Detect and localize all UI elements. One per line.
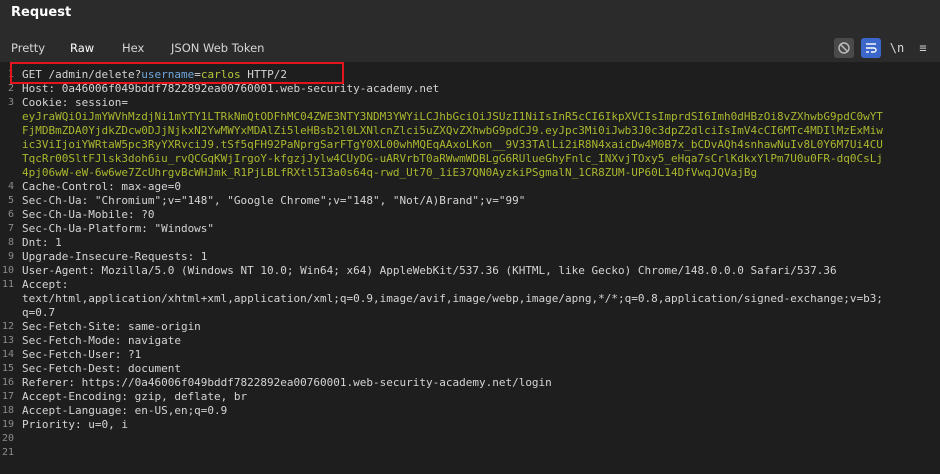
request-line: 18 Accept-Language: en-US,en;q=0.9 — [0, 404, 940, 418]
line-number: 8 — [7, 237, 14, 248]
line-number: 4 — [7, 181, 14, 192]
request-line: 4pj06wW-eW-6w6we7ZcUhrgvBcWHJmk_R1PjLBLf… — [0, 166, 940, 180]
header-text: Sec-Ch-Ua-Platform: "Windows" — [22, 222, 215, 235]
header-text: Accept-Language: en-US,en;q=0.9 — [22, 404, 228, 417]
menu-icon[interactable]: ≡ — [916, 38, 930, 58]
header-text: Sec-Fetch-User: ?1 — [22, 348, 142, 361]
header-text: Priority: u=0, i — [22, 418, 128, 431]
line-number: 6 — [7, 209, 14, 220]
tab-json-web-token[interactable]: JSON Web Token — [171, 36, 264, 62]
line-number: 18 — [1, 405, 14, 416]
request-line: TqcRr00SltFJlsk3doh6iu_rvQCGqKWjIrgoY-kf… — [0, 152, 940, 166]
request-line: 4 Cache-Control: max-age=0 — [0, 180, 940, 194]
header-text: Upgrade-Insecure-Requests: 1 — [22, 250, 208, 263]
request-line: 13 Sec-Fetch-Mode: navigate — [0, 334, 940, 348]
header-text: q=0.7 — [22, 306, 56, 319]
line-number: 3 — [7, 97, 14, 108]
request-line: 6 Sec-Ch-Ua-Mobile: ?0 — [0, 208, 940, 222]
request-line: 9 Upgrade-Insecure-Requests: 1 — [0, 250, 940, 264]
line-number: 11 — [1, 279, 14, 290]
line-number: 14 — [1, 349, 14, 360]
header-text: text/html,application/xhtml+xml,applicat… — [22, 292, 883, 305]
cookie-value-text: 4pj06wW-eW-6w6we7ZcUhrgvBcWHJmk_R1PjLBLf… — [22, 166, 758, 179]
header-text: Cache-Control: max-age=0 — [22, 180, 181, 193]
header-text: Referer: https://0a46006f049bddf7822892e… — [22, 376, 552, 389]
line-number: 2 — [7, 83, 14, 94]
request-line: FjMDBmZDA0YjdkZDcw0DJjNjkxN2YwMWYxMDAlZi… — [0, 124, 940, 138]
header-text: Accept-Encoding: gzip, deflate, br — [22, 390, 248, 403]
header-text: User-Agent: Mozilla/5.0 (Windows NT 10.0… — [22, 264, 837, 277]
line-number: 15 — [1, 363, 14, 374]
request-line: 2 Host: 0a46006f049bddf7822892ea00760001.… — [0, 82, 940, 96]
panel-title: Request — [11, 5, 72, 20]
header-text: Accept: — [22, 278, 69, 291]
view-tabs: Pretty Raw Hex JSON Web Token — [0, 36, 700, 64]
line-number: 10 — [1, 265, 14, 276]
wrap-lines-icon — [866, 43, 877, 53]
line-number: 21 — [1, 447, 14, 458]
line-number: 13 — [1, 335, 14, 346]
tab-hex[interactable]: Hex — [122, 36, 144, 62]
header-text: Host: 0a46006f049bddf7822892ea00760001.w… — [22, 82, 440, 95]
request-line: 19 Priority: u=0, i — [0, 418, 940, 432]
wrap-lines-button[interactable] — [861, 38, 881, 58]
line-number: 16 — [1, 377, 14, 388]
request-line: 20 — [0, 432, 940, 446]
line-number: 9 — [7, 251, 14, 262]
header-text: Cookie: session= — [22, 96, 128, 109]
cookie-value-text: FjMDBmZDA0YjdkZDcw0DJjNjkxN2YwMWYxMDAlZi… — [22, 124, 883, 137]
header-text: Sec-Fetch-Site: same-origin — [22, 320, 201, 333]
request-line: 14 Sec-Fetch-User: ?1 — [0, 348, 940, 362]
request-line: 10 User-Agent: Mozilla/5.0 (Windows NT 10… — [0, 264, 940, 278]
show-newlines-button[interactable]: \n — [887, 38, 907, 58]
header-text: Sec-Ch-Ua-Mobile: ?0 — [22, 208, 155, 221]
request-line-highlight-box — [10, 62, 344, 84]
header-text: Sec-Fetch-Mode: navigate — [22, 334, 181, 347]
line-number: 5 — [7, 195, 14, 206]
cookie-value-text: eyJraWQiOiJmYWVhMzdjNi1mYTY1LTRkNmQtODFh… — [22, 110, 883, 123]
request-line: 7 Sec-Ch-Ua-Platform: "Windows" — [0, 222, 940, 236]
cookie-value-text: TqcRr00SltFJlsk3doh6iu_rvQCGqKWjIrgoY-kf… — [22, 152, 883, 165]
request-line: 3 Cookie: session= — [0, 96, 940, 110]
line-number: 20 — [1, 433, 14, 444]
header-text: Dnt: 1 — [22, 236, 62, 249]
request-panel: Request Pretty Raw Hex JSON Web Token \n… — [0, 0, 940, 474]
eye-off-icon — [838, 42, 850, 54]
request-line: 16 Referer: https://0a46006f049bddf782289… — [0, 376, 940, 390]
request-line: q=0.7 — [0, 306, 940, 320]
request-line: text/html,application/xhtml+xml,applicat… — [0, 292, 940, 306]
header-text: Sec-Fetch-Dest: document — [22, 362, 181, 375]
header-text: Sec-Ch-Ua: "Chromium";v="148", "Google C… — [22, 194, 526, 207]
request-line: 15 Sec-Fetch-Dest: document — [0, 362, 940, 376]
line-number: 12 — [1, 321, 14, 332]
hide-nonprintable-button[interactable] — [834, 38, 854, 58]
request-line: eyJraWQiOiJmYWVhMzdjNi1mYTY1LTRkNmQtODFh… — [0, 110, 940, 124]
line-number: 19 — [1, 419, 14, 430]
tab-pretty[interactable]: Pretty — [11, 36, 45, 62]
request-line: 21 — [0, 446, 940, 460]
raw-request-editor[interactable]: 1 GET /admin/delete?username=carlos HTTP/… — [0, 62, 940, 474]
tab-raw[interactable]: Raw — [63, 36, 102, 64]
request-line: 17 Accept-Encoding: gzip, deflate, br — [0, 390, 940, 404]
request-line: 8 Dnt: 1 — [0, 236, 940, 250]
cookie-value-text: ic3ViIjoiYWRtaW5pc3RyYXRvciJ9.tSf5qFH92P… — [22, 138, 883, 151]
request-line: 12 Sec-Fetch-Site: same-origin — [0, 320, 940, 334]
request-line: 11 Accept: — [0, 278, 940, 292]
request-line: ic3ViIjoiYWRtaW5pc3RyYXRvciJ9.tSf5qFH92P… — [0, 138, 940, 152]
line-number: 7 — [7, 223, 14, 234]
request-line: 5 Sec-Ch-Ua: "Chromium";v="148", "Google … — [0, 194, 940, 208]
line-number: 17 — [1, 391, 14, 402]
